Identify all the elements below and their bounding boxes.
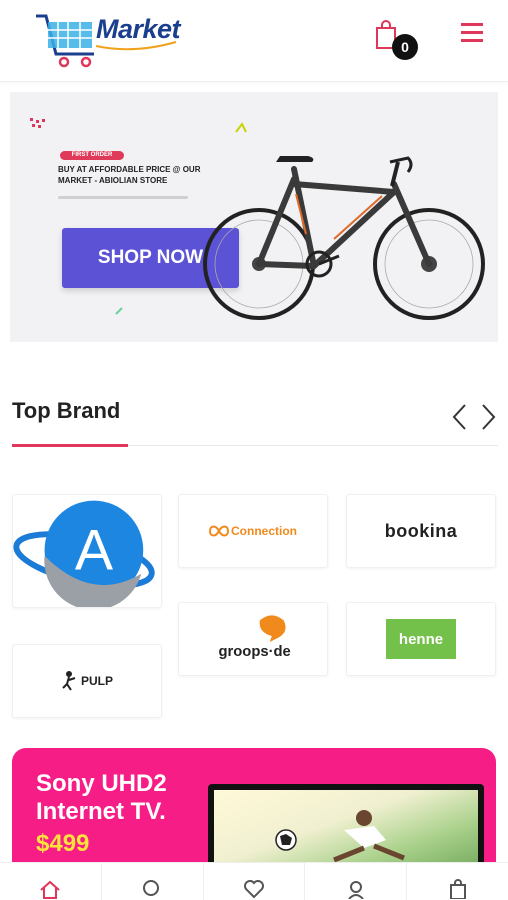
prev-button[interactable] xyxy=(450,402,470,432)
market-logo[interactable]: Market xyxy=(34,10,184,70)
brand-pulp-text: PULP xyxy=(80,674,113,688)
brand-henne-box: henne xyxy=(386,619,456,659)
brand-logo-groops: groops·de xyxy=(218,615,291,660)
menu-button[interactable] xyxy=(458,20,488,46)
cart-count-badge: 0 xyxy=(392,34,418,60)
promo-price: $499 xyxy=(36,830,90,857)
nav-account[interactable] xyxy=(305,863,408,900)
section-divider xyxy=(128,445,498,446)
user-icon xyxy=(348,881,364,899)
infinity-icon xyxy=(209,525,229,537)
brand-a-text: A xyxy=(75,519,114,583)
hamburger-icon xyxy=(461,23,483,42)
brand-henne-text: henne xyxy=(398,630,444,648)
bicycle-image xyxy=(203,156,485,320)
hero-banner: FIRST ORDER BUY AT AFFORDABLE PRICE @ OU… xyxy=(10,92,498,342)
nav-wishlist[interactable] xyxy=(204,863,306,900)
header: Market 0 xyxy=(0,0,508,82)
bag-icon xyxy=(449,879,466,899)
hero-tag: FIRST ORDER xyxy=(60,151,124,160)
chevron-left-icon xyxy=(452,404,466,430)
section-title: Top Brand xyxy=(12,398,121,423)
promo-title: Sony UHD2 Internet TV. xyxy=(36,770,167,825)
home-icon xyxy=(40,880,61,899)
hero-subtext xyxy=(58,196,208,199)
search-icon xyxy=(143,880,160,896)
heart-icon xyxy=(243,880,264,899)
brand-card[interactable]: PULP xyxy=(12,644,162,718)
brand-groops-text: groops·de xyxy=(218,644,290,660)
cart-button[interactable]: 0 xyxy=(372,18,418,60)
brand-card[interactable]: groops·de xyxy=(178,602,328,676)
chevron-right-icon xyxy=(482,404,496,430)
brand-card[interactable]: A xyxy=(12,494,162,608)
bottom-nav xyxy=(0,862,508,900)
nav-search[interactable] xyxy=(102,863,204,900)
section-underline xyxy=(12,444,128,447)
brand-connection-text: Connection xyxy=(231,524,297,538)
brand-bookina-text: bookina xyxy=(384,520,458,541)
logo-text: Market xyxy=(96,14,181,44)
brand-card[interactable]: Connection xyxy=(178,494,328,568)
app-screen: Market 0 FIRST ORDER BUY AT AFFORDABLE P… xyxy=(0,0,508,900)
brand-card[interactable]: bookina xyxy=(346,494,496,568)
nav-cart[interactable] xyxy=(407,863,508,900)
next-button[interactable] xyxy=(478,402,498,432)
skater-icon xyxy=(62,671,76,691)
brand-logo-a: A xyxy=(13,500,155,607)
brand-card[interactable]: henne xyxy=(346,602,496,676)
nav-home[interactable] xyxy=(0,863,102,900)
